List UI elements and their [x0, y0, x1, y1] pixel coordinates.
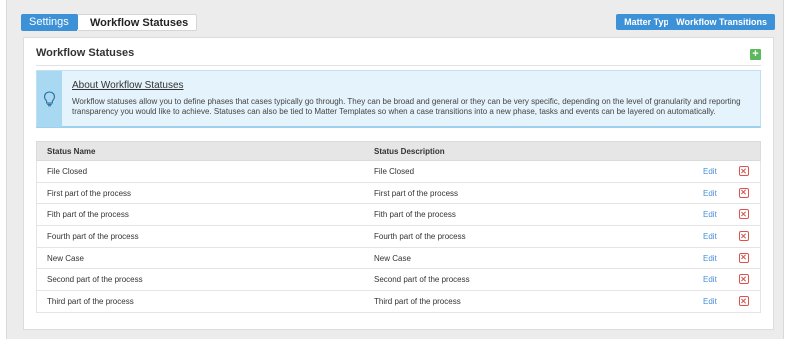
delete-icon[interactable] [739, 296, 749, 307]
delete-icon[interactable] [739, 231, 749, 242]
info-side-bar [37, 71, 62, 127]
status-name: Second part of the process [47, 275, 143, 285]
delete-icon[interactable] [739, 209, 749, 220]
panel-title: Workflow Statuses [36, 47, 135, 59]
top-bar: Settings Workflow Statuses Matter Types … [17, 11, 775, 35]
edit-link[interactable]: Edit [703, 189, 717, 198]
info-box: About Workflow Statuses Workflow statuse… [36, 70, 761, 128]
workflow-statuses-panel: Workflow Statuses + About Workflow Statu… [23, 37, 774, 330]
edit-link[interactable]: Edit [703, 275, 717, 284]
edit-link[interactable]: Edit [703, 167, 717, 176]
table-row: Third part of the process Third part of t… [36, 291, 761, 313]
status-description: New Case [374, 253, 411, 263]
breadcrumb-current: Workflow Statuses [78, 14, 198, 31]
delete-icon[interactable] [739, 252, 749, 263]
edit-link[interactable]: Edit [703, 297, 717, 306]
table-row: New Case New Case Edit [36, 247, 761, 270]
delete-icon[interactable] [739, 166, 749, 176]
edit-link[interactable]: Edit [703, 254, 717, 263]
info-text: Workflow statuses allow you to define ph… [72, 97, 741, 116]
table-row: Fourth part of the process Fourth part of… [36, 226, 761, 248]
status-name: Fourth part of the process [47, 232, 139, 242]
info-title: About Workflow Statuses [72, 80, 184, 91]
status-description: Second part of the process [374, 275, 470, 285]
status-description: Third part of the process [374, 297, 461, 307]
status-description: Fith part of the process [374, 210, 456, 220]
table-row: First part of the process First part of t… [36, 182, 761, 205]
delete-icon[interactable] [739, 187, 749, 198]
edit-link[interactable]: Edit [703, 210, 717, 219]
plus-icon: + [752, 48, 759, 60]
header-status-description: Status Description [374, 147, 445, 156]
divider [36, 65, 761, 66]
lightbulb-icon [43, 91, 56, 107]
status-table: Status Name Status Description File Clos… [36, 141, 761, 313]
status-name: Third part of the process [47, 297, 134, 307]
table-header: Status Name Status Description [36, 141, 761, 161]
status-name: New Case [47, 253, 84, 263]
delete-icon[interactable] [739, 274, 749, 285]
status-name: File Closed [47, 167, 88, 176]
status-name: Fith part of the process [47, 210, 129, 220]
table-row: Second part of the process Second part of… [36, 269, 761, 292]
breadcrumb-settings[interactable]: Settings [21, 14, 85, 31]
status-description: First part of the process [374, 188, 459, 198]
status-name: First part of the process [47, 188, 132, 198]
workflow-transitions-button[interactable]: Workflow Transitions [668, 14, 775, 30]
table-row: File Closed File Closed Edit [36, 161, 761, 183]
status-description: File Closed [374, 167, 415, 176]
table-row: Fith part of the process Fith part of the… [36, 204, 761, 227]
add-status-button[interactable]: + [750, 49, 761, 60]
header-status-name: Status Name [47, 147, 96, 156]
status-description: Fourth part of the process [374, 232, 466, 242]
edit-link[interactable]: Edit [703, 232, 717, 241]
